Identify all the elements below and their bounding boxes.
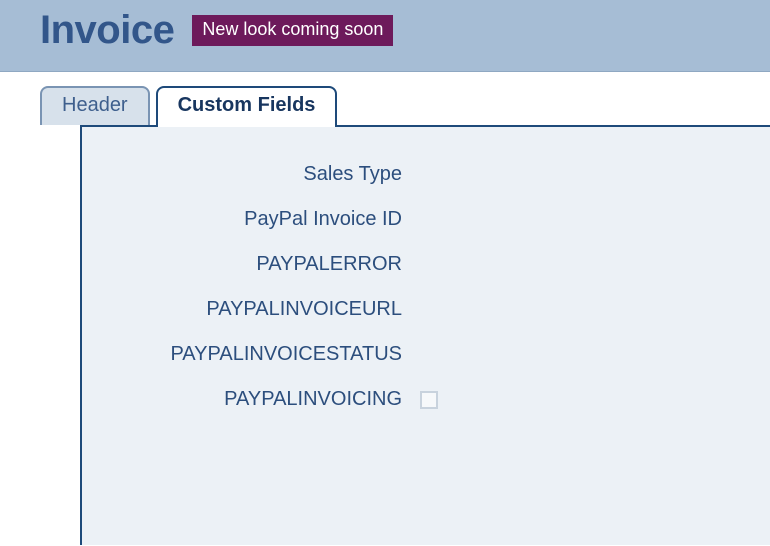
- page-header: Invoice New look coming soon: [0, 0, 770, 72]
- tabs-container: Header Custom Fields Sales Type PayPal I…: [0, 72, 770, 545]
- control-paypal-invoicing: [420, 391, 438, 409]
- tab-custom-fields[interactable]: Custom Fields: [156, 86, 338, 127]
- label-paypal-invoicing: PAYPALINVOICING: [82, 388, 402, 411]
- checkbox-paypal-invoicing[interactable]: [420, 391, 438, 409]
- field-row-sales-type: Sales Type: [82, 163, 770, 186]
- new-look-badge: New look coming soon: [192, 15, 393, 46]
- label-paypal-invoice-id: PayPal Invoice ID: [82, 208, 402, 231]
- custom-fields-panel: Sales Type PayPal Invoice ID PAYPALERROR…: [80, 125, 770, 545]
- label-paypal-invoice-status: PAYPALINVOICESTATUS: [82, 343, 402, 366]
- field-row-paypal-invoice-url: PAYPALINVOICEURL: [82, 298, 770, 321]
- tab-header[interactable]: Header: [40, 86, 150, 125]
- field-row-paypal-invoice-status: PAYPALINVOICESTATUS: [82, 343, 770, 366]
- field-row-paypal-invoicing: PAYPALINVOICING: [82, 388, 770, 411]
- tabs: Header Custom Fields: [40, 86, 770, 125]
- field-row-paypal-error: PAYPALERROR: [82, 253, 770, 276]
- label-paypal-invoice-url: PAYPALINVOICEURL: [82, 298, 402, 321]
- label-paypal-error: PAYPALERROR: [82, 253, 402, 276]
- field-row-paypal-invoice-id: PayPal Invoice ID: [82, 208, 770, 231]
- page-title: Invoice: [40, 8, 174, 53]
- label-sales-type: Sales Type: [82, 163, 402, 186]
